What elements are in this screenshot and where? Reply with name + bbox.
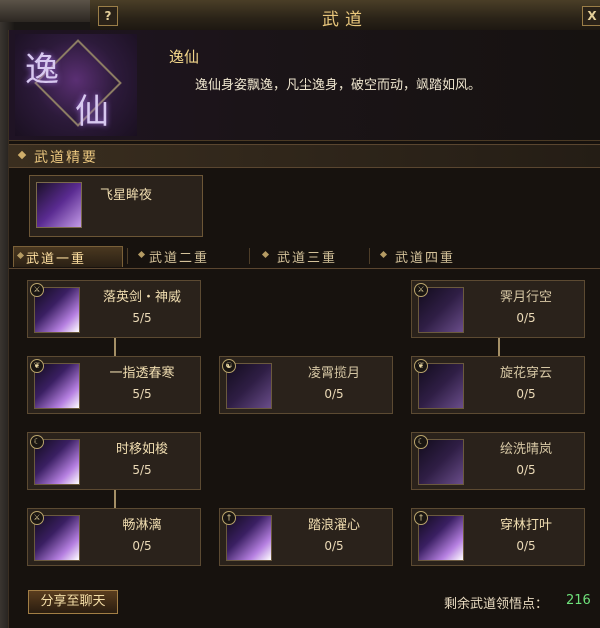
node-name: 凌霄揽月 xyxy=(307,366,360,381)
skill-description: 逸仙身姿飘逸，凡尘逸身，破空而动，飒踏如风。 xyxy=(195,78,482,93)
tab-diamond-icon xyxy=(137,250,146,259)
flying-star-icon[interactable] xyxy=(36,182,82,228)
skill-node-r2c2[interactable]: ☯ 凌霄揽月 0/5 xyxy=(219,356,393,414)
skill-node-r3c3[interactable]: ☾ 绘洗晴岚 0/5 xyxy=(411,432,585,490)
skill-emblem-icon: 逸 仙 xyxy=(15,34,137,136)
tab-separator xyxy=(127,248,128,264)
weapon-badge-icon: ⚔ xyxy=(414,283,428,297)
node-name: 时移如梭 xyxy=(115,442,168,457)
tab-label: 武道二重 xyxy=(149,251,210,266)
skill-node-r3c1[interactable]: ☾ 时移如梭 5/5 xyxy=(27,432,201,490)
skill-node-r4c1[interactable]: ⚔ 畅淋漓 0/5 xyxy=(27,508,201,566)
window-top-left-edge xyxy=(0,0,100,22)
skill-node-r4c3[interactable]: † 穿林打叶 0/5 xyxy=(411,508,585,566)
sword-badge-icon: † xyxy=(414,511,428,525)
crescent-badge-icon: ☾ xyxy=(30,435,44,449)
sword-badge-icon: † xyxy=(222,511,236,525)
node-points: 0/5 xyxy=(516,387,536,401)
essence-section-title: 武道精要 xyxy=(34,150,98,166)
window-title: 武道 xyxy=(322,10,368,30)
node-points: 5/5 xyxy=(132,463,152,477)
martial-path-panel: 逸 仙 逸仙 逸仙身姿飘逸，凡尘逸身，破空而动，飒踏如风。 武道精要 飞星眸夜 … xyxy=(8,30,600,628)
leaf-badge-icon: ❦ xyxy=(414,359,428,373)
tab-label: 武道三重 xyxy=(277,251,338,266)
game-window: 武道 ? X 逸 仙 逸仙 逸仙身姿飘逸，凡尘逸身，破空而动，飒踏如风。 武道精… xyxy=(0,0,600,628)
skill-node-r2c1[interactable]: ❦ 一指透春寒 5/5 xyxy=(27,356,201,414)
skill-name: 逸仙 xyxy=(169,48,200,66)
crescent-badge-icon: ☾ xyxy=(414,435,428,449)
leaf-badge-icon: ❦ xyxy=(30,359,44,373)
tab-tier-1[interactable]: 武道一重 xyxy=(13,246,123,267)
node-name: 落英剑・神威 xyxy=(102,290,181,305)
node-name: 畅淋漓 xyxy=(122,518,162,533)
skill-node-r1c3[interactable]: ⚔ 霁月行空 0/5 xyxy=(411,280,585,338)
node-name: 霁月行空 xyxy=(499,290,552,305)
tab-diamond-icon xyxy=(261,250,270,259)
remaining-points-label: 剩余武道领悟点： xyxy=(444,597,549,612)
node-points: 5/5 xyxy=(132,387,152,401)
node-name: 穿林打叶 xyxy=(499,518,552,533)
weapon-badge-icon: ⚔ xyxy=(30,511,44,525)
essence-section-header: 武道精要 xyxy=(9,144,600,168)
tab-tier-2[interactable]: 武道二重 xyxy=(135,246,245,266)
node-points: 0/5 xyxy=(324,539,344,553)
tab-label: 武道四重 xyxy=(395,251,456,266)
node-name: 绘洗晴岚 xyxy=(499,442,552,457)
tab-label: 武道一重 xyxy=(26,252,87,267)
essence-skill-name: 飞星眸夜 xyxy=(100,188,153,203)
node-points: 0/5 xyxy=(516,539,536,553)
skill-node-r4c2[interactable]: † 踏浪濯心 0/5 xyxy=(219,508,393,566)
yin-yang-badge-icon: ☯ xyxy=(222,359,236,373)
node-name: 旋花穿云 xyxy=(499,366,552,381)
tab-diamond-icon xyxy=(379,250,388,259)
tab-diamond-icon xyxy=(16,251,25,260)
tab-tier-4[interactable]: 武道四重 xyxy=(375,246,485,266)
skill-node-r1c1[interactable]: ⚔ 落英剑・神威 5/5 xyxy=(27,280,201,338)
diamond-bullet-icon xyxy=(17,150,27,160)
tab-tier-3[interactable]: 武道三重 xyxy=(257,246,367,266)
node-points: 0/5 xyxy=(324,387,344,401)
node-points: 0/5 xyxy=(516,463,536,477)
tab-separator xyxy=(249,248,250,264)
node-name: 踏浪濯心 xyxy=(307,518,360,533)
close-button[interactable]: X xyxy=(582,6,600,26)
skill-node-r2c3[interactable]: ❦ 旋花穿云 0/5 xyxy=(411,356,585,414)
tier-tabs: 武道一重 武道二重 武道三重 武道四重 xyxy=(9,244,600,269)
tab-separator xyxy=(369,248,370,264)
node-points: 5/5 xyxy=(132,311,152,325)
essence-skill-card[interactable]: 飞星眸夜 xyxy=(29,175,203,237)
emblem-char-2: 仙 xyxy=(75,92,109,132)
remaining-points-value: 216 xyxy=(566,593,591,608)
emblem-char-1: 逸 xyxy=(25,50,59,90)
tree-connector xyxy=(114,488,116,508)
share-to-chat-button[interactable]: 分享至聊天 xyxy=(28,590,118,614)
tree-connector xyxy=(114,336,116,356)
weapon-badge-icon: ⚔ xyxy=(30,283,44,297)
skill-header: 逸 仙 逸仙 逸仙身姿飘逸，凡尘逸身，破空而动，飒踏如风。 xyxy=(9,30,600,141)
title-bar[interactable]: 武道 xyxy=(90,0,600,31)
help-button[interactable]: ? xyxy=(98,6,118,26)
node-points: 0/5 xyxy=(516,311,536,325)
node-points: 0/5 xyxy=(132,539,152,553)
tree-connector xyxy=(498,336,500,356)
node-name: 一指透春寒 xyxy=(109,366,175,381)
